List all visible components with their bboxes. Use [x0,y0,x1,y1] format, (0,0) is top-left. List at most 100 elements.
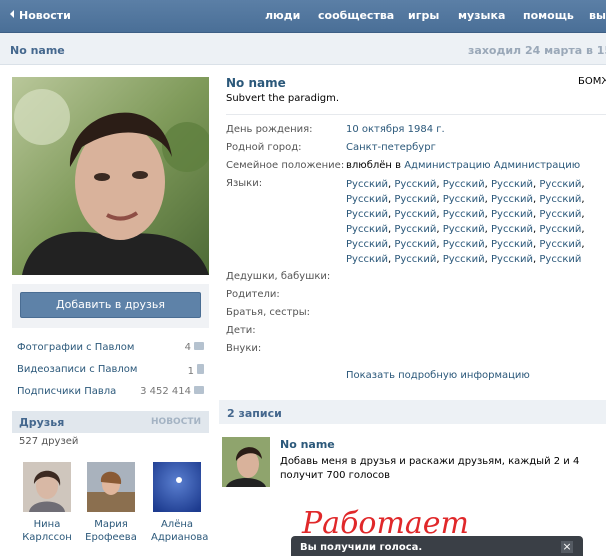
chevron-left-icon [10,10,14,18]
languages-list: Русский, Русский, Русский, Русский, Русс… [346,179,585,265]
languages-label: Языки: [226,178,263,189]
friend-avatar [153,462,201,512]
language-link[interactable]: Русский [346,194,388,205]
friend-avatar [87,462,135,512]
nav-people[interactable]: люди [265,9,300,22]
page-header: No name заходил 24 марта в 15:2 [0,33,606,65]
language-link[interactable]: Русский [491,194,533,205]
grandparents-label: Дедушки, бабушки: [226,271,331,282]
followers-link[interactable]: Подписчики Павла 3 452 414 [17,386,204,397]
friend-first-name: Алёна [160,519,194,530]
close-icon[interactable]: × [561,541,573,553]
friends-block-header[interactable]: Друзья НОВОСТИ [12,411,209,433]
top-navigation-bar: Новости люди сообщества игры музыка помо… [0,0,606,33]
nav-help[interactable]: помощь [523,9,574,22]
photos-with-link[interactable]: Фотографии с Павлом 4 [17,342,204,353]
nav-music[interactable]: музыка [458,9,505,22]
language-link[interactable]: Русский [443,254,485,265]
language-link[interactable]: Русский [539,179,581,190]
friends-title: Друзья [19,416,65,429]
language-link[interactable]: Русский [539,239,581,250]
nav-logout[interactable]: вы [589,9,606,22]
language-link[interactable]: Русский [443,179,485,190]
friends-news-link[interactable]: НОВОСТИ [151,417,201,427]
profile-status[interactable]: Subvert the paradigm. [226,93,339,104]
language-link[interactable]: Русский [346,239,388,250]
notification-toast: Вы получили голоса. × [291,536,583,556]
hometown-label: Родной город: [226,142,302,153]
language-link[interactable]: Русский [394,254,436,265]
photos-count: 4 [184,342,191,353]
video-icon [197,364,204,374]
post-text: Добавь меня в друзья и раскажи друзьям, … [280,456,580,481]
friend-first-name: Нина [33,519,61,530]
language-link[interactable]: Русский [443,209,485,220]
birthday-label: День рождения: [226,124,313,135]
back-label: Новости [19,9,71,22]
profile-tag: БОМЖ [578,76,606,87]
birthday-value[interactable]: 10 октября 1984 г. [346,124,445,135]
language-link[interactable]: Русский [491,179,533,190]
friend-last-name: Адрианова [151,532,209,543]
language-link[interactable]: Русский [491,239,533,250]
videos-with-label: Видеозаписи с Павлом [17,364,138,375]
nav-games[interactable]: игры [408,9,439,22]
followers-label: Подписчики Павла [17,386,117,397]
language-link[interactable]: Русский [346,224,388,235]
language-link[interactable]: Русский [443,194,485,205]
show-full-info-link[interactable]: Показать подробную информацию [346,370,530,381]
people-icon [194,386,204,394]
profile-photo[interactable] [12,77,209,275]
wall-header[interactable]: 2 записи [219,400,606,424]
language-link[interactable]: Русский [539,224,581,235]
language-link[interactable]: Русский [394,224,436,235]
language-link[interactable]: Русский [443,224,485,235]
language-link[interactable]: Русский [394,194,436,205]
friend-last-name: Ерофеева [85,532,137,543]
last-seen-text: заходил 24 марта в 15:2 [468,44,606,57]
children-label: Дети: [226,325,256,336]
language-link[interactable]: Русский [539,254,581,265]
page-title: No name [10,44,65,57]
family-value-row: влюблён в Администрацию Администрацию [346,160,580,171]
friend-first-name: Мария [94,519,128,530]
videos-with-link[interactable]: Видеозаписи с Павлом 1 [17,364,204,377]
profile-name: No name [226,76,286,90]
friends-count[interactable]: 527 друзей [19,436,78,447]
grandchildren-label: Внуки: [226,343,262,354]
language-link[interactable]: Русский [346,254,388,265]
followers-count: 3 452 414 [140,386,191,397]
friend-last-name: Карлссон [22,532,72,543]
nav-communities[interactable]: сообщества [318,9,394,22]
language-link[interactable]: Русский [491,209,533,220]
language-link[interactable]: Русский [491,254,533,265]
language-link[interactable]: Русский [394,179,436,190]
back-to-news-link[interactable]: Новости [10,9,71,22]
language-link[interactable]: Русский [346,209,388,220]
post-author-name[interactable]: No name [280,438,335,451]
profile-photo-image [12,77,209,275]
wall-post-count: 2 записи [227,407,282,420]
add-friend-button[interactable]: Добавить в друзья [20,292,201,318]
hometown-value[interactable]: Санкт-петербург [346,142,436,153]
siblings-label: Братья, сестры: [226,307,311,318]
parents-label: Родители: [226,289,280,300]
language-link[interactable]: Русский [491,224,533,235]
language-link[interactable]: Русский [539,209,581,220]
language-link[interactable]: Русский [346,179,388,190]
language-link[interactable]: Русский [539,194,581,205]
language-link[interactable]: Русский [394,209,436,220]
post-author-avatar[interactable] [222,437,270,487]
family-label: Семейное положение: [226,160,345,171]
language-link[interactable]: Русский [443,239,485,250]
videos-count: 1 [187,366,194,377]
language-link[interactable]: Русский [394,239,436,250]
family-partner-link[interactable]: Администрацию Администрацию [404,160,580,171]
photos-with-label: Фотографии с Павлом [17,342,135,353]
add-friend-panel: Добавить в друзья [12,284,209,328]
camera-icon [194,342,204,350]
friend-card[interactable]: Алёна Адрианова [151,462,209,544]
friend-card[interactable]: Нина Карлссон [21,462,73,544]
friend-avatar [23,462,71,512]
friend-card[interactable]: Мария Ерофеева [85,462,137,544]
